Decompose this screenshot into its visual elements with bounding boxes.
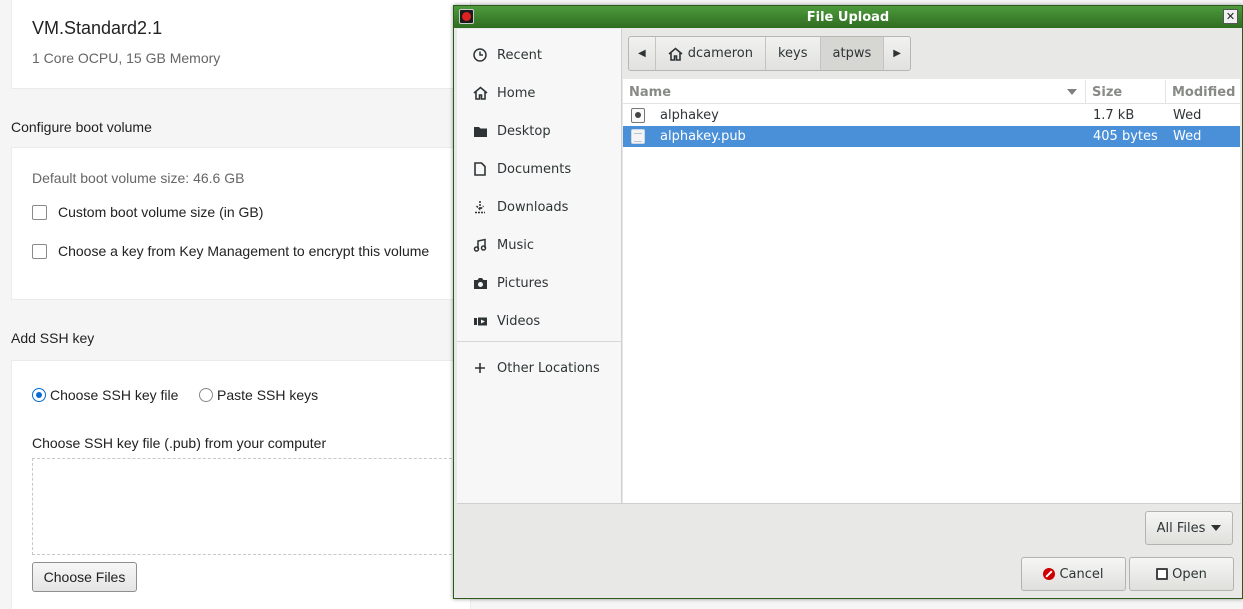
open-icon	[1156, 568, 1169, 580]
places-sidebar: Recent Home Desktop Documents Downloads	[457, 29, 622, 503]
breadcrumb-atpws[interactable]: atpws	[820, 37, 885, 70]
choose-files-button[interactable]: Choose Files	[32, 562, 137, 592]
cancel-icon	[1043, 568, 1056, 580]
folder-icon	[471, 122, 489, 140]
file-name-cell: alphakey.pub	[631, 126, 746, 147]
file-row-alphakey-pub[interactable]: alphakey.pub 405 bytes Wed	[623, 126, 1240, 147]
ssh-file-label: Choose SSH key file	[50, 387, 179, 403]
camera-icon	[471, 274, 489, 292]
open-button[interactable]: Open	[1129, 557, 1234, 591]
sidebar-item-label: Other Locations	[497, 360, 600, 376]
sidebar-item-recent[interactable]: Recent	[457, 40, 622, 70]
shape-name: VM.Standard2.1	[32, 18, 163, 38]
file-browser: ◀ dcameron keys atpws ▶ Name Size Modifi…	[623, 29, 1240, 503]
sidebar-item-label: Recent	[497, 47, 542, 63]
file-upload-dialog: File Upload ✕ Recent Home Desktop Docume…	[453, 5, 1243, 599]
custom-boot-size-label: Custom boot volume size (in GB)	[58, 204, 264, 220]
home-icon	[471, 84, 489, 102]
breadcrumb-label: dcameron	[687, 46, 753, 61]
encrypt-volume-label: Choose a key from Key Management to encr…	[58, 243, 430, 259]
sidebar-item-music[interactable]: Music	[457, 230, 622, 260]
dialog-title: File Upload	[806, 9, 890, 25]
file-size: 405 bytes	[1093, 129, 1158, 144]
sidebar-item-documents[interactable]: Documents	[457, 154, 622, 184]
document-icon	[471, 160, 489, 178]
custom-boot-size-option[interactable]: Custom boot volume size (in GB)	[32, 204, 263, 220]
ssh-file-dropzone[interactable]	[32, 458, 462, 555]
file-name: alphakey	[660, 108, 719, 123]
ssh-file-radio[interactable]	[32, 388, 46, 402]
dialog-footer: All Files Cancel Open	[457, 503, 1241, 598]
sidebar-item-pictures[interactable]: Pictures	[457, 268, 622, 298]
open-label: Open	[1172, 566, 1207, 582]
file-modified: Wed	[1173, 129, 1202, 144]
file-filter-dropdown[interactable]: All Files	[1145, 511, 1233, 545]
column-modified-label: Modified	[1172, 84, 1236, 100]
sidebar-item-label: Home	[497, 85, 536, 101]
chevron-down-icon	[1211, 525, 1222, 531]
file-modified: Wed	[1173, 108, 1202, 123]
app-icon	[459, 9, 474, 24]
sidebar-item-label: Videos	[497, 313, 541, 329]
path-back-arrow-icon[interactable]: ◀	[629, 37, 656, 70]
custom-boot-size-checkbox[interactable]	[32, 204, 47, 220]
cancel-button[interactable]: Cancel	[1021, 557, 1126, 591]
column-modified[interactable]: Modified	[1165, 80, 1240, 104]
sidebar-item-desktop[interactable]: Desktop	[457, 116, 622, 146]
ssh-paste-option[interactable]: Paste SSH keys	[199, 387, 318, 403]
sort-down-icon	[1067, 89, 1077, 95]
sidebar-item-label: Downloads	[497, 199, 569, 215]
cancel-label: Cancel	[1059, 566, 1104, 582]
breadcrumb-keys[interactable]: keys	[766, 37, 821, 70]
sidebar-item-downloads[interactable]: Downloads	[457, 192, 622, 222]
close-icon[interactable]: ✕	[1223, 9, 1238, 24]
shape-description: 1 Core OCPU, 15 GB Memory	[32, 50, 221, 66]
path-forward-arrow-icon[interactable]: ▶	[884, 37, 910, 70]
column-name[interactable]: Name	[623, 80, 1085, 104]
sidebar-item-label: Pictures	[497, 275, 549, 291]
sidebar-item-home[interactable]: Home	[457, 78, 622, 108]
file-name: alphakey.pub	[660, 129, 746, 144]
breadcrumb: ◀ dcameron keys atpws ▶	[628, 36, 911, 71]
sidebar-item-label: Music	[497, 237, 534, 253]
boot-volume-section-title: Configure boot volume	[11, 119, 152, 135]
sidebar-item-label: Documents	[497, 161, 572, 177]
ssh-paste-label: Paste SSH keys	[217, 387, 319, 403]
download-icon	[471, 198, 489, 216]
column-size-label: Size	[1092, 84, 1123, 100]
ssh-file-prompt: Choose SSH key file (.pub) from your com…	[32, 435, 327, 451]
column-size[interactable]: Size	[1085, 80, 1165, 104]
clock-icon	[471, 46, 489, 64]
sidebar-item-label: Desktop	[497, 123, 551, 139]
file-filter-label: All Files	[1156, 520, 1206, 536]
encrypt-volume-option[interactable]: Choose a key from Key Management to encr…	[32, 243, 429, 259]
ssh-paste-radio[interactable]	[199, 388, 213, 402]
music-icon	[471, 236, 489, 254]
sidebar-item-other-locations[interactable]: Other Locations	[457, 353, 622, 383]
ssh-section-title: Add SSH key	[11, 330, 95, 346]
column-headers: Name Size Modified	[623, 80, 1240, 104]
sidebar-divider	[457, 341, 622, 342]
file-row-alphakey[interactable]: alphakey 1.7 kB Wed	[623, 105, 1240, 126]
file-size: 1.7 kB	[1093, 108, 1135, 123]
shape-card	[11, 0, 471, 89]
column-name-label: Name	[629, 84, 672, 100]
ssh-file-option[interactable]: Choose SSH key file	[32, 387, 178, 403]
file-name-cell: alphakey	[631, 105, 719, 126]
encrypt-volume-checkbox[interactable]	[32, 243, 47, 259]
key-file-icon	[631, 108, 645, 123]
default-boot-size-text: Default boot volume size: 46.6 GB	[32, 170, 245, 186]
sidebar-item-videos[interactable]: Videos	[457, 306, 622, 336]
breadcrumb-home[interactable]: dcameron	[656, 37, 766, 70]
text-file-icon	[631, 129, 645, 144]
video-icon	[471, 312, 489, 330]
home-icon	[668, 46, 683, 61]
path-bar: ◀ dcameron keys atpws ▶	[623, 29, 1240, 79]
plus-icon	[471, 359, 489, 377]
dialog-titlebar[interactable]: File Upload ✕	[454, 6, 1242, 28]
